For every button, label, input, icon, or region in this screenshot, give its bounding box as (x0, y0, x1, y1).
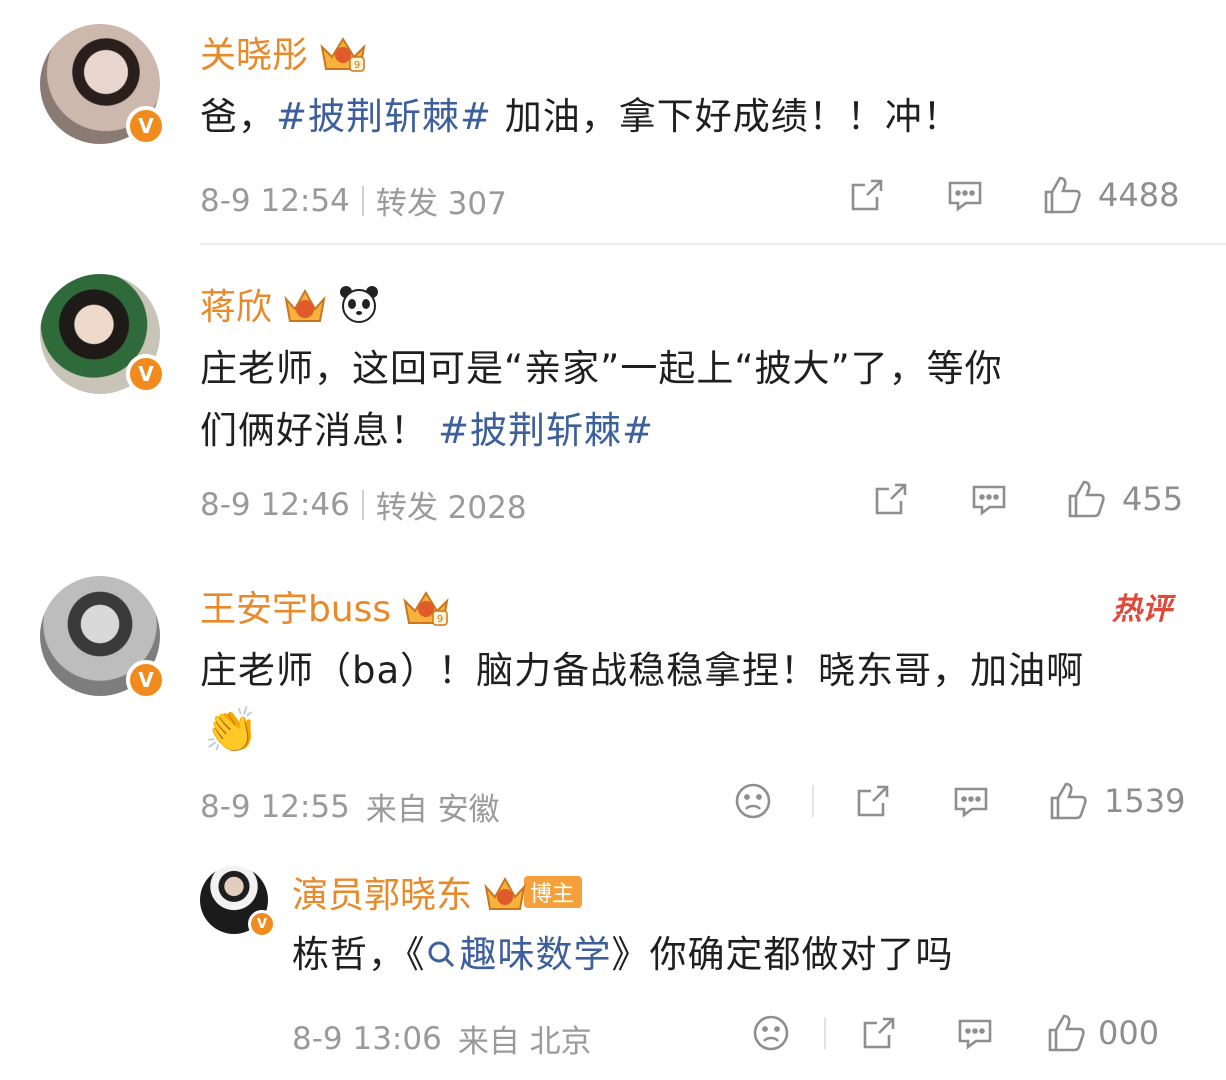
svg-text:9: 9 (437, 614, 443, 625)
comment-text: 庄老师，这回可是“亲家”一起上“披大”了，等你 们俩好消息！ #披荆斩棘# (200, 338, 1180, 462)
share-icon[interactable] (856, 1013, 902, 1053)
svg-text:9: 9 (354, 60, 360, 71)
verified-icon: V (248, 910, 276, 938)
comment-text: 庄老师（ba）！脑力备战稳稳拿捏！晓东哥，加油啊 (200, 640, 1200, 702)
crown-icon (282, 285, 328, 323)
action-bar: 455 (868, 478, 1183, 520)
action-bar: 000 (748, 1012, 1159, 1054)
verified-icon: V (126, 660, 166, 700)
share-icon[interactable] (850, 781, 896, 821)
crown-icon: 9 (401, 587, 449, 626)
panda-icon (338, 283, 380, 325)
comment-text: 爸，#披荆斩棘# 加油，拿下好成绩！！冲！ (200, 86, 961, 148)
thumbs-up-icon (1044, 176, 1081, 214)
user-name-text[interactable]: 关晓彤 (200, 26, 308, 78)
hashtag-link[interactable]: #披荆斩棘# (276, 95, 492, 138)
reply-meta: 8-9 13:06 来自 北京 (292, 1016, 592, 1061)
thumbs-up-icon (1068, 480, 1105, 518)
avatar[interactable]: V (40, 576, 166, 700)
like-button[interactable]: 455 (1064, 478, 1183, 520)
like-button[interactable]: 1539 (1046, 780, 1185, 822)
timestamp: 8-9 12:55 (200, 788, 350, 825)
user-name[interactable]: 蒋欣 (200, 278, 380, 330)
text-line: 庄老师（ba）！脑力备战稳稳拿捏！晓东哥，加油啊 (200, 649, 1085, 692)
text-line: 们俩好消息！ #披荆斩棘# (200, 400, 1180, 462)
clap-emoji-icon: 👏 (204, 705, 259, 756)
separator (824, 1017, 826, 1049)
search-icon (426, 926, 456, 988)
reply-text: 栋哲，《 趣味数学》你确定都做对了吗 (292, 924, 1212, 988)
avatar[interactable]: V (40, 24, 166, 146)
user-name-text[interactable]: 演员郭晓东 (292, 866, 472, 918)
repost-count[interactable]: 转发 307 (376, 178, 507, 223)
crown-icon: 9 (318, 33, 366, 72)
thumbs-up-icon (1050, 782, 1087, 820)
location: 来自 北京 (457, 1024, 592, 1060)
timestamp: 8-9 13:06 (292, 1020, 442, 1057)
thumbs-up-icon (1048, 1014, 1085, 1052)
share-icon[interactable] (868, 479, 914, 519)
comment-meta: 8-9 12:46 转发 2028 (200, 482, 527, 527)
user-name-text[interactable]: 王安宇buss (200, 580, 391, 632)
like-button[interactable]: 000 (1044, 1012, 1159, 1054)
timestamp: 8-9 12:54 (200, 182, 350, 219)
action-bar: 1539 (730, 780, 1185, 822)
text-plain: 加油，拿下好成绩！！冲！ (492, 95, 961, 138)
repost-count[interactable]: 转发 2028 (376, 482, 527, 527)
timestamp: 8-9 12:46 (200, 486, 350, 523)
comment-icon[interactable] (942, 175, 988, 215)
separator (812, 785, 814, 817)
location: 来自 安徽 (365, 792, 500, 828)
text-plain: 栋哲，《 (292, 933, 426, 976)
verified-icon: V (126, 354, 166, 394)
like-count: 4488 (1098, 176, 1180, 214)
divider (200, 243, 1226, 245)
verified-icon: V (126, 106, 166, 146)
user-name[interactable]: 王安宇buss 9 (200, 580, 449, 632)
avatar[interactable]: V (40, 274, 166, 394)
comment-meta: 8-9 12:54 转发 307 (200, 178, 507, 223)
comment-icon[interactable] (948, 781, 994, 821)
hot-comment-badge: 热评 (1112, 592, 1172, 627)
text-plain: 爸， (200, 95, 276, 138)
sad-face-icon[interactable] (730, 780, 776, 822)
search-link[interactable]: 趣味数学 (426, 933, 612, 976)
like-count: 455 (1122, 480, 1184, 518)
comment-icon[interactable] (966, 479, 1012, 519)
like-button[interactable]: 4488 (1040, 174, 1179, 216)
separator (361, 185, 364, 216)
like-count: 1539 (1104, 782, 1186, 820)
user-name[interactable]: 关晓彤 9 (200, 26, 366, 78)
comment-meta: 8-9 12:55 来自 安徽 (200, 784, 500, 829)
avatar[interactable]: V (200, 866, 276, 938)
hashtag-link[interactable]: #披荆斩棘# (438, 409, 654, 452)
user-name-text[interactable]: 蒋欣 (200, 278, 272, 330)
text-plain: 》你确定都做对了吗 (611, 933, 954, 976)
like-count: 000 (1098, 1014, 1160, 1052)
share-icon[interactable] (844, 175, 890, 215)
author-badge: 博主 (524, 876, 583, 908)
action-bar: 4488 (844, 174, 1179, 216)
user-name[interactable]: 演员郭晓东 博主 (292, 866, 583, 918)
text-plain: 们俩好消息！ (200, 409, 428, 452)
sad-face-icon[interactable] (748, 1012, 794, 1054)
text-line: 庄老师，这回可是“亲家”一起上“披大”了，等你 (200, 347, 1003, 390)
comment-icon[interactable] (952, 1013, 998, 1053)
link-text[interactable]: 趣味数学 (460, 933, 612, 976)
separator (361, 489, 364, 520)
crown-icon (482, 873, 528, 911)
